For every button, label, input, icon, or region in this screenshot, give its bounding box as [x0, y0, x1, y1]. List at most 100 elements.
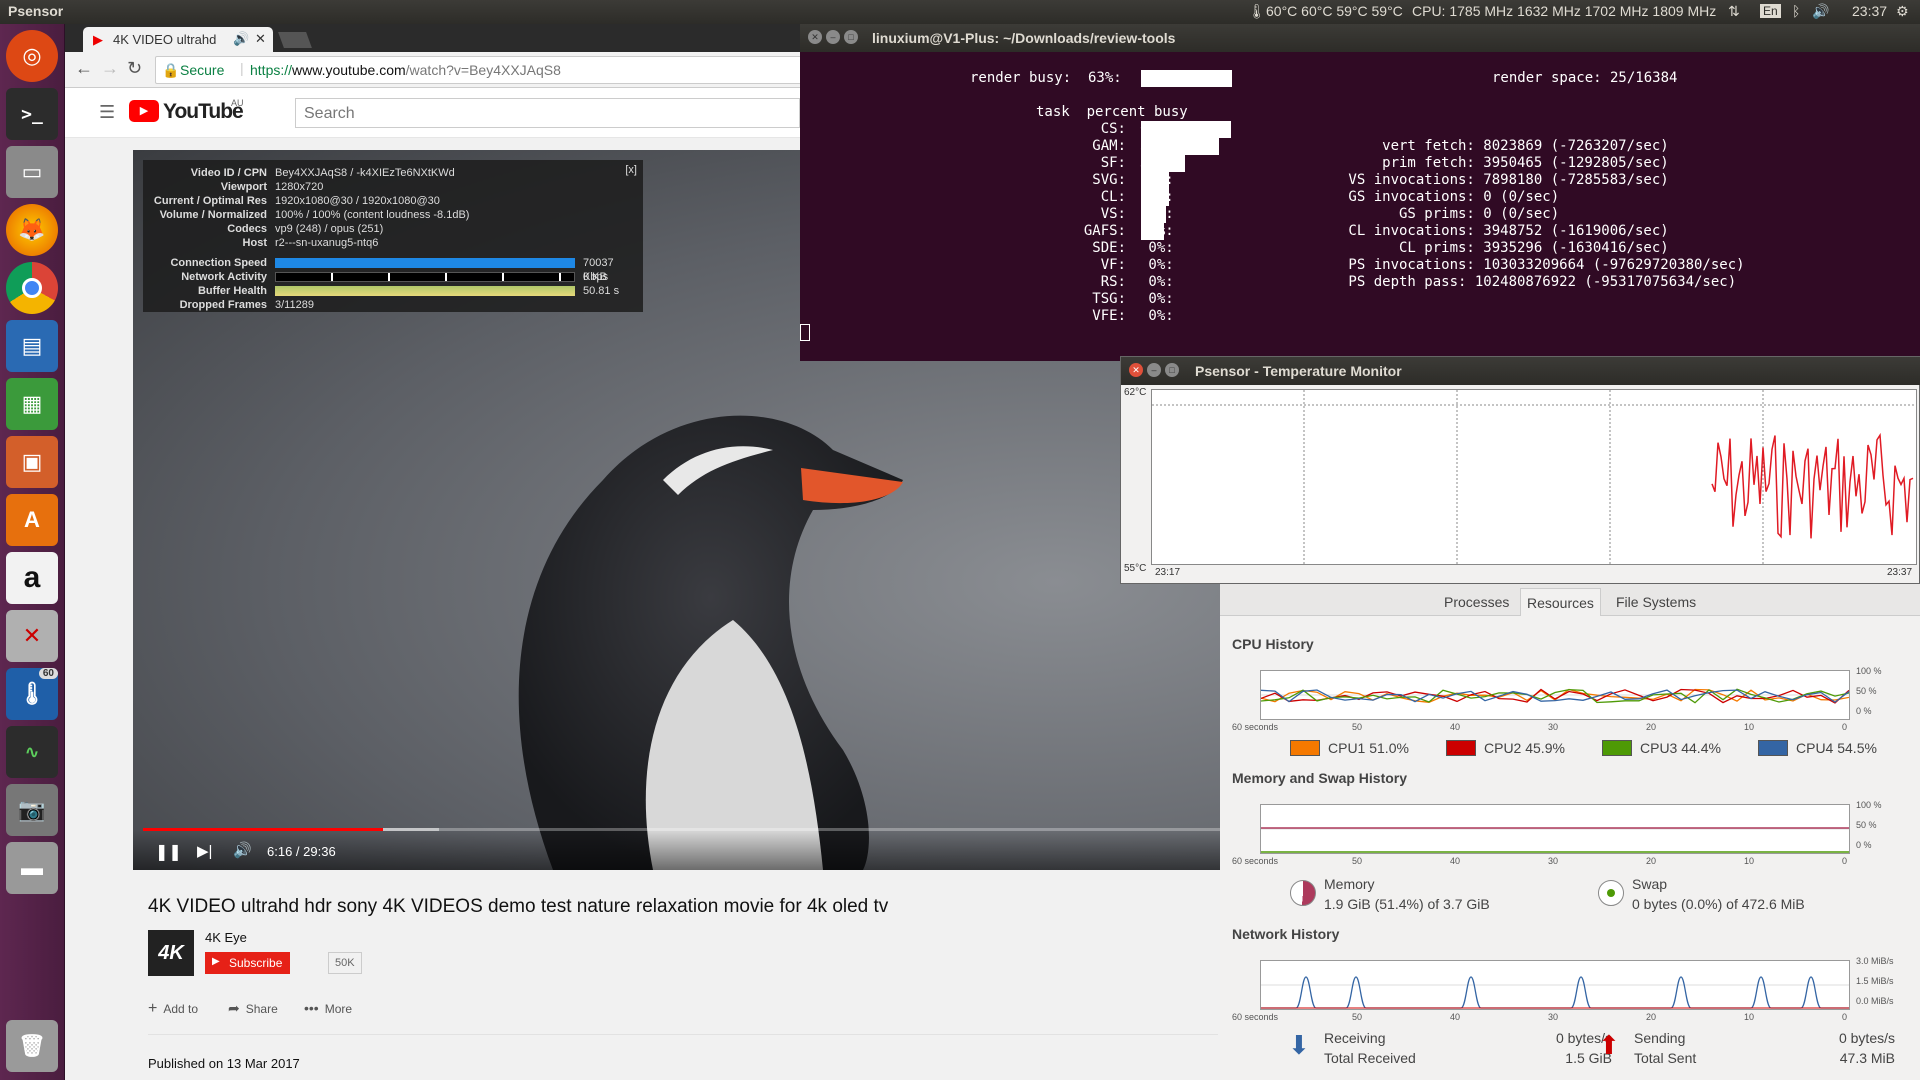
bluetooth-icon[interactable]: ᛒ [1792, 3, 1800, 19]
calc-icon[interactable]: ▦ [6, 378, 58, 430]
stats-key: Codecs [227, 223, 267, 235]
next-icon[interactable]: ▶| [197, 842, 212, 860]
address-bar-row: ← → ↻ 🔒 Secure | https://www.youtube.com… [65, 52, 805, 88]
menu-icon[interactable]: ☰ [99, 102, 115, 123]
share-label: Share [245, 1002, 278, 1016]
temperature-line [1711, 432, 1914, 539]
x-axis-label: 50 [1352, 1012, 1363, 1022]
maximize-icon[interactable]: □ [844, 30, 858, 44]
amazon-icon[interactable]: a [6, 552, 58, 604]
network-updown-icon[interactable]: ⇅ [1728, 3, 1740, 20]
stats-value: 0 KB [583, 271, 607, 283]
subscribe-button[interactable]: ▶ Subscribe [205, 952, 291, 974]
tab-bar: ▶ 4K VIDEO ultrahd 🔊 ✕ [65, 24, 800, 52]
cpu-color-swatch[interactable] [1290, 740, 1320, 756]
x-axis-label: 20 [1646, 1012, 1657, 1022]
minimize-icon[interactable]: – [1147, 363, 1161, 377]
volume-icon[interactable]: 🔊 [233, 841, 252, 859]
memory-history-svg [1261, 827, 1849, 853]
drive-icon[interactable]: ▬ [6, 842, 58, 894]
url-field[interactable]: 🔒 Secure | https://www.youtube.com/watch… [155, 56, 805, 84]
psensor-window[interactable]: ✕ – □ Psensor - Temperature Monitor 62°C… [1120, 356, 1920, 584]
files-icon[interactable]: ▭ [6, 146, 58, 198]
terminal-titlebar[interactable]: ✕ – □ linuxium@V1-Plus: ~/Downloads/revi… [800, 24, 1920, 52]
pause-icon[interactable]: ❚❚ [155, 842, 182, 862]
terminal-window[interactable]: ✕ – □ linuxium@V1-Plus: ~/Downloads/revi… [800, 24, 1920, 361]
forward-arrow-icon[interactable]: → [101, 58, 119, 79]
reload-icon[interactable]: ↻ [127, 58, 142, 79]
stats-key: Volume / Normalized [159, 209, 267, 221]
channel-name[interactable]: 4K Eye [205, 930, 247, 945]
chrome-icon[interactable] [6, 262, 58, 314]
volume-icon[interactable]: 🔊 [1812, 3, 1829, 20]
gpu-counter: GS prims: 0 (0/sec) [1340, 206, 1560, 222]
stats-key: Video ID / CPN [190, 167, 267, 179]
search-input[interactable]: Search [295, 98, 800, 128]
psensor-titlebar[interactable]: ✕ – □ Psensor - Temperature Monitor [1121, 357, 1920, 385]
cpu-frequency-readout[interactable]: CPU: 1785 MHz 1632 MHz 1702 MHz 1809 MHz [1412, 3, 1716, 19]
trash-icon[interactable]: 🗑 [6, 1020, 58, 1072]
x-axis-label: 0 [1842, 856, 1848, 866]
x-axis-label: 30 [1548, 722, 1559, 732]
secure-label: Secure [180, 62, 225, 78]
terminal-title: linuxium@V1-Plus: ~/Downloads/review-too… [872, 30, 1176, 46]
gpu-counter: prim fetch: 3950465 (-1292805/sec) [1340, 155, 1669, 171]
cpu-color-swatch[interactable] [1602, 740, 1632, 756]
tab-audio-icon[interactable]: 🔊 [233, 31, 249, 47]
receiving-title: Receiving [1324, 1030, 1386, 1046]
cpu-color-swatch[interactable] [1446, 740, 1476, 756]
minimize-icon[interactable]: – [826, 30, 840, 44]
close-icon[interactable]: ✕ [808, 30, 822, 44]
gpu-counter: PS depth pass: 102480876922 (-9531707563… [1340, 274, 1737, 290]
psensor-icon[interactable]: 🌡 60 [6, 668, 58, 720]
task-busy-bar [1141, 189, 1169, 206]
terminal-icon[interactable]: >_ [6, 88, 58, 140]
temperature-readout[interactable]: 60°C 60°C 59°C 59°C [1266, 3, 1403, 19]
total-sent-label: Total Sent [1634, 1050, 1697, 1066]
cpu-legend-label: CPU4 54.5% [1796, 740, 1877, 756]
add-to-button[interactable]: + Add to [148, 1000, 198, 1018]
keyboard-layout-indicator[interactable]: En [1760, 4, 1781, 18]
screenshot-icon[interactable]: 📷 [6, 784, 58, 836]
close-icon[interactable]: ✕ [1129, 363, 1143, 377]
tab-processes[interactable]: Processes [1444, 594, 1509, 610]
new-tab-button[interactable] [278, 32, 312, 48]
connection-speed-bar [275, 258, 575, 268]
video-title: 4K VIDEO ultrahd hdr sony 4K VIDEOS demo… [148, 896, 889, 917]
maximize-icon[interactable]: □ [1165, 363, 1179, 377]
system-monitor-icon[interactable]: ∿ [6, 726, 58, 778]
x-axis-label: 40 [1450, 722, 1461, 732]
gpu-counter: GS invocations: 0 (0/sec) [1340, 189, 1560, 205]
gear-icon[interactable]: ⚙ [1896, 3, 1909, 20]
writer-icon[interactable]: ▤ [6, 320, 58, 372]
task-name: RS: [1100, 274, 1126, 290]
browser-tab[interactable]: ▶ 4K VIDEO ultrahd 🔊 ✕ [83, 27, 273, 52]
y-axis-label: 1.5 MiB/s [1856, 976, 1894, 986]
settings-icon[interactable]: ✕ [6, 610, 58, 662]
buffer-health-bar [275, 286, 575, 296]
share-button[interactable]: ➦ Share [228, 1000, 278, 1017]
channel-avatar[interactable]: 4K [148, 930, 194, 976]
youtube-region: AU [231, 98, 244, 108]
render-space-label: render space: 25/16384 [1492, 70, 1678, 86]
clock[interactable]: 23:37 [1852, 3, 1887, 19]
software-center-icon[interactable]: A [6, 494, 58, 546]
firefox-icon[interactable]: 🦊 [6, 204, 58, 256]
youtube-play-icon[interactable]: ▶ [129, 100, 159, 122]
more-button[interactable]: ••• More [304, 1000, 352, 1016]
stats-value: vp9 (248) / opus (251) [275, 223, 384, 235]
ubuntu-dash-icon[interactable]: ◎ [6, 30, 58, 82]
back-arrow-icon[interactable]: ← [75, 58, 93, 79]
gpu-counter: vert fetch: 8023869 (-7263207/sec) [1340, 138, 1669, 154]
tab-resources[interactable]: Resources [1520, 588, 1601, 616]
stats-value: Bey4XXJAqS8 / -k4XIEzTe6NXtKWd [275, 167, 455, 179]
system-monitor-window[interactable]: Processes Resources File Systems CPU His… [1220, 584, 1920, 1080]
cpu-color-swatch[interactable] [1758, 740, 1788, 756]
tab-file-systems[interactable]: File Systems [1616, 594, 1696, 610]
cpu-legend-label: CPU2 45.9% [1484, 740, 1565, 756]
thermometer-icon[interactable]: 🌡 [1248, 3, 1266, 20]
impress-icon[interactable]: ▣ [6, 436, 58, 488]
time-end-label: 23:37 [1887, 567, 1913, 578]
time-start-label: 23:17 [1155, 567, 1181, 578]
tab-close-icon[interactable]: ✕ [255, 31, 266, 47]
